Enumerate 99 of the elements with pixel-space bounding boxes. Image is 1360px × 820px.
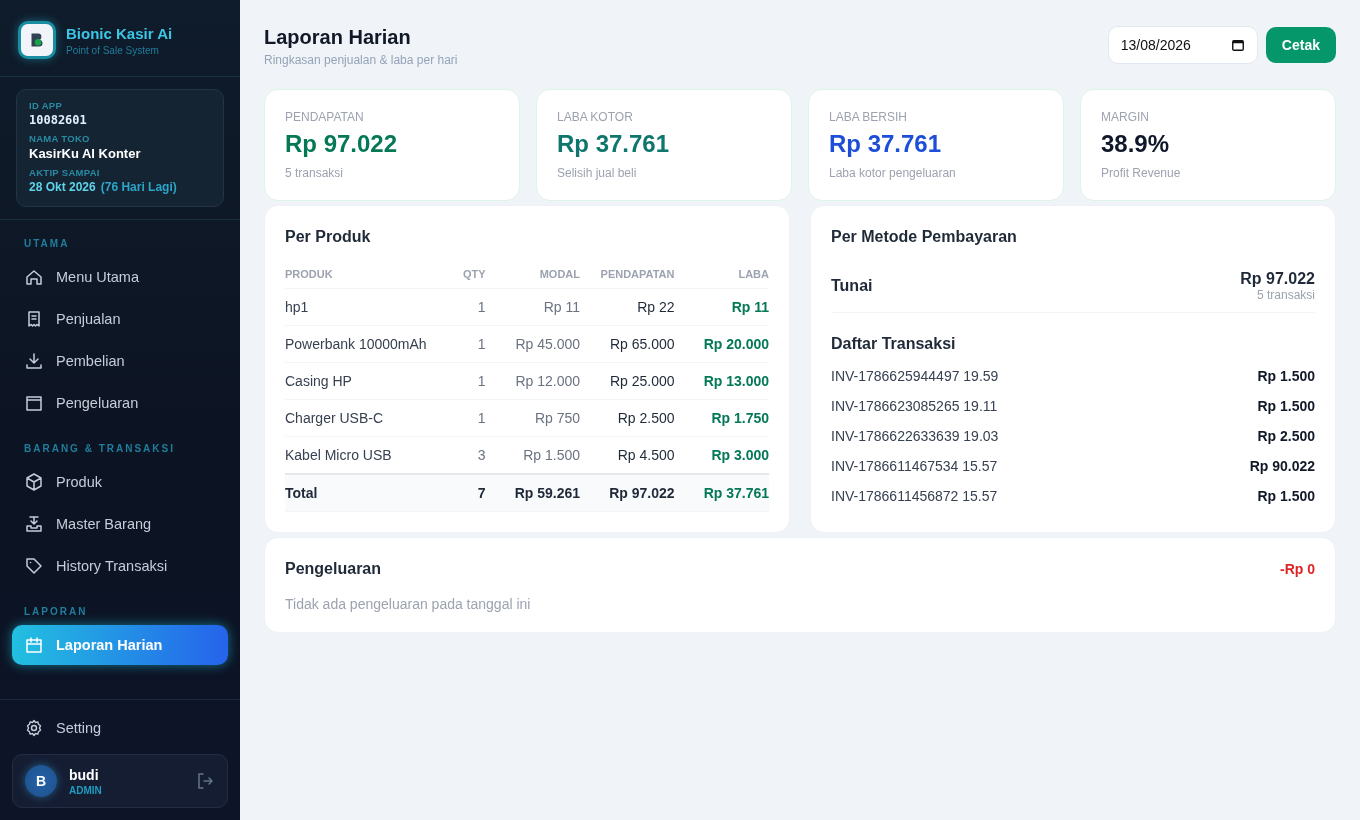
total-cell: Rp 37.761: [674, 474, 769, 512]
table-cell: Rp 11: [485, 288, 581, 326]
table-cell: Rp 45.000: [485, 325, 581, 363]
table-cell: Rp 65.000: [580, 325, 675, 363]
nav-item[interactable]: Laporan Harian: [12, 625, 228, 665]
method-amount: Rp 97.022: [1240, 270, 1315, 288]
expense-total: -Rp 0: [1280, 561, 1315, 577]
stat-label: MARGIN: [1101, 110, 1150, 124]
logout-icon[interactable]: [195, 771, 215, 791]
info-value: 28 Okt 2026: [29, 180, 96, 194]
setting-nav-item[interactable]: Setting: [12, 708, 228, 748]
nav-section-title: LAPORAN: [23, 605, 89, 619]
column-header: PRODUK: [285, 262, 458, 289]
info-label: AKTIP SAMPAI: [29, 167, 101, 178]
calendar-icon: [24, 635, 44, 655]
table-cell: Rp 1.750: [674, 399, 769, 437]
column-header: QTY: [457, 262, 486, 289]
logo-icon: [18, 21, 56, 59]
empty-message: Tidak ada pengeluaran pada tanggal ini: [285, 596, 532, 612]
tag-icon: [24, 556, 44, 576]
table-cell: Charger USB-C: [285, 399, 458, 437]
print-button[interactable]: Cetak: [1265, 27, 1336, 63]
transaction-id: INV-1786622633639 19.03: [831, 428, 999, 444]
user-role: ADMIN: [69, 784, 103, 796]
table-cell: Rp 22: [580, 288, 675, 326]
table-cell: Rp 13.000: [674, 362, 769, 400]
table-cell: 1: [457, 288, 486, 326]
table-cell: Rp 2.500: [580, 399, 675, 437]
transaction-amount: Rp 1.500: [1257, 398, 1315, 414]
table-cell: hp1: [285, 288, 458, 326]
stat-note: Profit Revenue: [1101, 166, 1182, 180]
nav-item[interactable]: Menu Utama: [12, 257, 228, 297]
remaining-days: (76 Hari Lagi): [100, 180, 177, 194]
transaction-id: INV-1786625944497 19.59: [831, 368, 999, 384]
info-value: KasirKu AI Konter: [29, 146, 141, 161]
total-cell: 7: [457, 474, 486, 512]
column-header: MODAL: [485, 262, 581, 289]
column-header: PENDAPATAN: [580, 262, 675, 289]
panel-title: Pengeluaran: [285, 560, 382, 578]
transactions-title: Daftar Transaksi: [831, 335, 957, 353]
nav-section-title: BARANG & TRANSAKSI: [23, 442, 176, 456]
table-cell: 1: [457, 399, 486, 437]
table-cell: Rp 12.000: [485, 362, 581, 400]
page-title: Laporan Harian: [264, 26, 412, 49]
nav-item[interactable]: History Transaksi: [12, 546, 228, 586]
panel-title: Per Metode Pembayaran: [831, 228, 1018, 246]
table-cell: Powerbank 10000mAh: [285, 325, 458, 363]
table-cell: Casing HP: [285, 362, 458, 400]
nav-item[interactable]: Master Barang: [12, 504, 228, 544]
user-name: budi: [69, 766, 100, 783]
nav-item[interactable]: Produk: [12, 462, 228, 502]
transaction-id: INV-1786611456872 15.57: [831, 488, 998, 504]
stat-note: 5 transaksi: [285, 166, 345, 180]
transaction-amount: Rp 1.500: [1257, 368, 1315, 384]
info-value: 10082601: [29, 113, 87, 127]
table-cell: 1: [457, 362, 486, 400]
transaction-amount: Rp 2.500: [1257, 428, 1315, 444]
table-cell: Rp 11: [674, 288, 769, 326]
column-header: LABA: [674, 262, 769, 289]
stat-label: LABA KOTOR: [557, 110, 634, 124]
nav-item[interactable]: Penjualan: [12, 299, 228, 339]
panel-title: Per Produk: [285, 228, 372, 246]
total-cell: Rp 97.022: [580, 474, 675, 512]
home-icon: [24, 267, 44, 287]
stat-label: LABA BERSIH: [829, 110, 909, 124]
date-field[interactable]: 13/08/2026: [1107, 26, 1258, 64]
transaction-amount: Rp 1.500: [1257, 488, 1315, 504]
transaction-id: INV-1786611467534 15.57: [831, 458, 998, 474]
stat-note: Selisih jual beli: [557, 166, 638, 180]
transaction-amount: Rp 90.022: [1249, 458, 1315, 474]
table-cell: 1: [457, 325, 486, 363]
user-avatar: B: [25, 765, 57, 797]
calendar-icon: [1230, 38, 1245, 52]
settings-icon: [24, 718, 44, 738]
nav-item[interactable]: Pembelian: [12, 341, 228, 381]
stat-note: Laba kotor pengeluaran: [829, 166, 957, 180]
nav-section-title: UTAMA: [23, 237, 71, 251]
payment-method: Tunai: [831, 277, 873, 295]
table-cell: Rp 750: [485, 399, 581, 437]
stat-value: 38.9%: [1101, 130, 1171, 158]
brand-tagline: Point of Sale System: [66, 44, 160, 56]
stat-value: Rp 37.761: [557, 130, 671, 158]
stat-label: PENDAPATAN: [285, 110, 365, 124]
box-icon: [24, 472, 44, 492]
download-icon: [24, 351, 44, 371]
stat-value: Rp 97.022: [285, 130, 399, 158]
table-cell: Rp 25.000: [580, 362, 675, 400]
total-cell: Rp 59.261: [485, 474, 581, 512]
stat-value: Rp 37.761: [829, 130, 943, 158]
table-cell: Rp 20.000: [674, 325, 769, 363]
page-subtitle: Ringkasan penjualan & laba per hari: [264, 53, 458, 67]
brand-name: Bionic Kasir Ai: [66, 24, 173, 42]
total-cell: Total: [285, 474, 458, 512]
transaction-id: INV-1786623085265 19.11: [831, 398, 998, 414]
info-label: ID APP: [29, 100, 64, 111]
method-count: 5 transaksi: [1255, 288, 1315, 302]
nav-item[interactable]: Pengeluaran: [12, 383, 228, 423]
tray-icon: [24, 514, 44, 534]
info-label: NAMA TOKO: [29, 133, 91, 144]
